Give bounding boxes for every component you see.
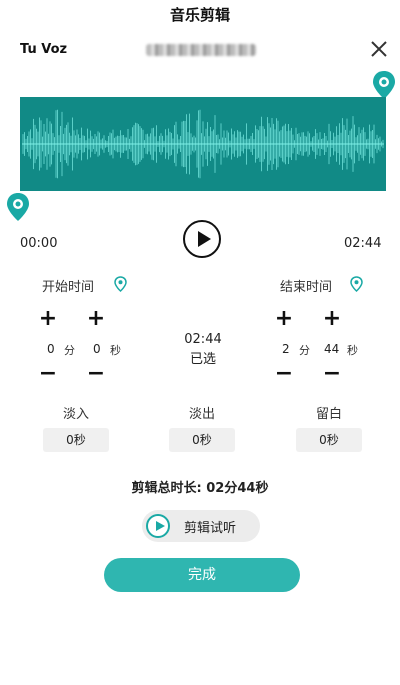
end-seconds-unit: 秒 bbox=[347, 344, 358, 357]
track-artist-blurred bbox=[146, 44, 256, 56]
silence-select[interactable]: 0秒 bbox=[296, 428, 362, 452]
start-minutes-value: 0 bbox=[47, 342, 55, 356]
end-minutes-plus-button[interactable]: + bbox=[274, 308, 294, 330]
play-icon bbox=[198, 231, 211, 247]
end-seconds-plus-button[interactable]: + bbox=[322, 308, 342, 330]
start-seconds-value: 0 bbox=[93, 342, 101, 356]
selected-duration: 02:44 bbox=[184, 332, 222, 347]
start-minutes-plus-button[interactable]: + bbox=[38, 308, 58, 330]
close-icon[interactable] bbox=[366, 36, 392, 62]
start-minutes-minus-button[interactable]: − bbox=[38, 363, 58, 385]
preview-button[interactable]: 剪辑试听 bbox=[142, 510, 260, 542]
end-handle-pin-icon[interactable] bbox=[372, 70, 396, 100]
fade-out-select[interactable]: 0秒 bbox=[169, 428, 235, 452]
total-duration-text: 剪辑总时长: 02分44秒 bbox=[131, 481, 269, 496]
editor-panel: Tu Voz 00:00 02:44 开始时间 结束时间 + + 0 分 0 秒… bbox=[6, 36, 396, 676]
total-time: 02:44 bbox=[344, 236, 382, 251]
start-location-icon[interactable] bbox=[114, 276, 127, 292]
preview-button-label: 剪辑试听 bbox=[184, 521, 237, 536]
end-seconds-value: 44 bbox=[324, 342, 340, 356]
end-seconds-minus-button[interactable]: − bbox=[322, 363, 342, 385]
end-location-icon[interactable] bbox=[350, 276, 363, 292]
start-time-label: 开始时间 bbox=[42, 280, 95, 295]
start-seconds-plus-button[interactable]: + bbox=[86, 308, 106, 330]
fade-in-label: 淡入 bbox=[62, 407, 89, 422]
end-minutes-minus-button[interactable]: − bbox=[274, 363, 294, 385]
start-minutes-unit: 分 bbox=[64, 344, 75, 357]
start-seconds-unit: 秒 bbox=[110, 344, 121, 357]
page-title: 音乐剪辑 bbox=[169, 6, 230, 24]
end-time-label: 结束时间 bbox=[280, 280, 333, 295]
start-handle-pin-icon[interactable] bbox=[6, 192, 30, 222]
waveform-graphic bbox=[22, 109, 384, 179]
fade-out-label: 淡出 bbox=[188, 407, 215, 422]
selected-label: 已选 bbox=[189, 352, 216, 367]
done-button[interactable]: 完成 bbox=[104, 558, 300, 592]
silence-label: 留白 bbox=[315, 407, 342, 422]
waveform[interactable] bbox=[20, 97, 386, 191]
play-button[interactable] bbox=[183, 220, 221, 258]
track-title: Tu Voz bbox=[20, 42, 68, 57]
start-seconds-minus-button[interactable]: − bbox=[86, 363, 106, 385]
fade-in-select[interactable]: 0秒 bbox=[43, 428, 109, 452]
end-minutes-value: 2 bbox=[282, 342, 290, 356]
current-time: 00:00 bbox=[20, 236, 58, 251]
play-circle-icon bbox=[146, 514, 170, 538]
end-minutes-unit: 分 bbox=[299, 344, 310, 357]
